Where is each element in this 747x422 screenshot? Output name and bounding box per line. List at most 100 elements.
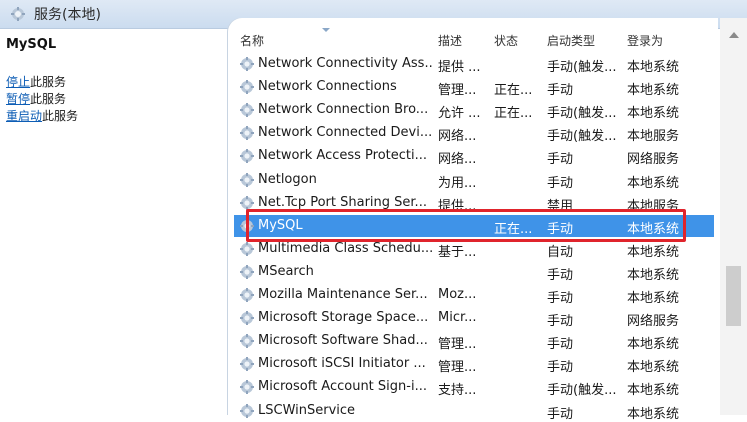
service-startup-cell: 手动 (547, 291, 574, 306)
gear-icon (240, 149, 254, 164)
gear-icon (240, 380, 254, 395)
service-startup-cell: 手动(触发... (547, 383, 617, 399)
service-row[interactable]: Network Connection Bro... 允许 ... 正在... 手动(触… (234, 99, 714, 121)
service-row[interactable]: Multimedia Class Schedu... 基于... 自动 本地系统 (234, 238, 714, 260)
gear-icon (240, 241, 254, 256)
service-row[interactable]: Network Connectivity Ass... 提供 ... 手动(触发..… (234, 53, 714, 75)
service-desc-cell: 允许 ... (438, 106, 481, 122)
gear-icon (240, 172, 254, 187)
service-logon-cell: 本地系统 (627, 360, 680, 376)
scroll-thumb[interactable] (726, 266, 741, 326)
gear-icon (240, 264, 254, 279)
service-desc-cell: 网络... (438, 152, 477, 168)
gear-icon (240, 288, 254, 302)
column-header-status[interactable]: 状态 (494, 32, 518, 49)
pause-service-link[interactable]: 暂停 (6, 92, 30, 106)
service-desc-cell: 支持... (438, 383, 477, 399)
scroll-up-arrow-icon[interactable] (729, 32, 739, 38)
service-startup-cell: 手动 (547, 360, 574, 376)
service-row[interactable]: Microsoft Account Sign-i... 支持... 手动(触发...… (234, 376, 714, 398)
service-startup-cell: 手动 (547, 221, 574, 237)
service-startup-cell: 手动(触发... (547, 129, 617, 145)
service-startup-cell: 手动(触发... (547, 60, 617, 75)
gear-icon (240, 103, 254, 118)
column-header-desc[interactable]: 描述 (438, 32, 462, 49)
service-row[interactable]: Net.Tcp Port Sharing Ser... 提供... 禁用 本地服务 (234, 192, 714, 214)
pause-service-action: 暂停此服务 (6, 92, 67, 106)
service-row[interactable]: Network Access Protecti... 网络... 手动 网络服务 (234, 145, 714, 167)
service-name-cell: MSearch (258, 263, 314, 279)
service-startup-cell: 禁用 (547, 198, 574, 214)
service-name-cell: Network Connectivity Ass... (258, 56, 434, 71)
service-startup-cell: 手动 (547, 406, 574, 422)
service-logon-cell: 本地系统 (627, 337, 680, 353)
service-startup-cell: 手动 (547, 83, 574, 99)
service-startup-cell: 自动 (547, 244, 574, 260)
service-startup-cell: 手动 (547, 337, 574, 353)
service-name-cell: Microsoft iSCSI Initiator ... (258, 356, 426, 372)
gear-icon (240, 334, 254, 349)
service-desc-cell: 为用... (438, 175, 477, 191)
service-name-cell: Network Access Protecti... (258, 148, 428, 164)
service-desc-cell: 管理... (438, 360, 477, 376)
service-logon-cell: 本地系统 (627, 83, 680, 99)
column-header-name[interactable]: 名称 (240, 32, 264, 49)
vertical-scrollbar[interactable] (720, 18, 747, 415)
gear-icon (240, 126, 254, 141)
service-detail-pane: MySQL 停止此服务 暂停此服务 重启动此服务 (0, 29, 228, 415)
gear-icon (240, 57, 254, 71)
service-name-cell: Microsoft Account Sign-i... (258, 379, 427, 395)
service-name-cell: Mozilla Maintenance Ser... (258, 287, 428, 302)
service-name-cell: Network Connection Bro... (258, 102, 429, 118)
service-desc-cell: Micr... (438, 310, 477, 326)
gear-icon (240, 80, 254, 95)
gear-icon (11, 7, 25, 21)
service-row[interactable]: Microsoft Storage Space... Micr... 手动 网络服务 (234, 307, 714, 329)
service-startup-cell: 手动 (547, 175, 574, 191)
service-logon-cell: 本地系统 (627, 175, 680, 191)
service-startup-cell: 手动 (547, 267, 574, 283)
stop-service-link[interactable]: 停止 (6, 75, 30, 89)
service-name-cell: LSCWinService (258, 402, 356, 418)
service-name-cell: MySQL (258, 217, 303, 233)
service-logon-cell: 网络服务 (627, 152, 680, 168)
service-status-cell: 正在... (494, 106, 533, 122)
service-row[interactable]: Microsoft Software Shad... 管理... 手动 本地系统 (234, 330, 714, 352)
service-logon-cell: 本地系统 (627, 221, 680, 237)
selected-service-name: MySQL (6, 37, 57, 52)
service-name-cell: Microsoft Software Shad... (258, 333, 428, 349)
service-row[interactable]: MSearch 手动 本地系统 (234, 261, 714, 283)
gear-icon (240, 311, 254, 326)
service-name-cell: Multimedia Class Schedu... (258, 240, 434, 256)
service-desc-cell: Moz... (438, 287, 477, 302)
service-row[interactable]: MySQL 正在... 手动 本地系统 (234, 214, 714, 237)
service-logon-cell: 本地服务 (627, 129, 680, 145)
stop-service-action: 停止此服务 (6, 75, 67, 89)
service-status-cell: 正在... (494, 83, 533, 99)
service-row[interactable]: Netlogon 为用... 手动 本地系统 (234, 169, 714, 191)
service-name-cell: Net.Tcp Port Sharing Ser... (258, 194, 427, 210)
column-header-startup[interactable]: 启动类型 (547, 32, 595, 49)
service-name-cell: Network Connected Devi... (258, 125, 433, 141)
service-logon-cell: 本地系统 (627, 60, 680, 75)
service-logon-cell: 本地系统 (627, 244, 680, 260)
restart-service-link[interactable]: 重启动 (6, 109, 42, 123)
services-list: 名称 描述 状态 启动类型 登录为 Network Connectivity A… (228, 18, 718, 422)
service-name-cell: Microsoft Storage Space... (258, 310, 429, 326)
column-header: 名称 描述 状态 启动类型 登录为 (228, 28, 718, 52)
sort-indicator-icon (322, 28, 330, 32)
service-logon-cell: 本地服务 (627, 198, 680, 214)
service-logon-cell: 本地系统 (627, 106, 680, 122)
service-desc-cell: 管理... (438, 83, 477, 99)
gear-icon (240, 195, 254, 210)
service-row[interactable]: Mozilla Maintenance Ser... Moz... 手动 本地系统 (234, 284, 714, 306)
service-row[interactable]: Network Connected Devi... 网络... 手动(触发... 本地… (234, 122, 714, 144)
service-desc-cell: 提供... (438, 198, 477, 214)
service-row[interactable]: LSCWinService 手动 本地系统 (234, 400, 714, 422)
service-logon-cell: 本地系统 (627, 406, 680, 422)
service-row[interactable]: Network Connections 管理... 正在... 手动 本地系统 (234, 76, 714, 98)
column-header-logon[interactable]: 登录为 (627, 32, 663, 49)
service-logon-cell: 本地系统 (627, 383, 680, 399)
service-desc-cell: 网络... (438, 129, 477, 145)
service-row[interactable]: Microsoft iSCSI Initiator ... 管理... 手动 本地系统 (234, 353, 714, 375)
